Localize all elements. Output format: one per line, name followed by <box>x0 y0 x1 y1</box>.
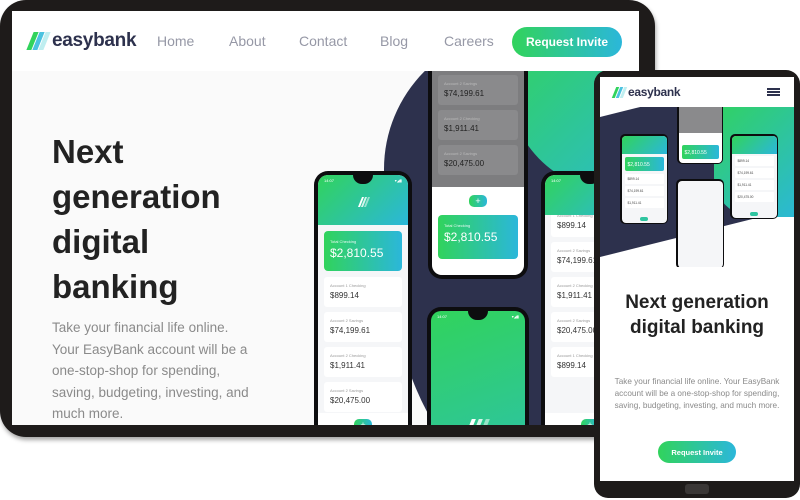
account-card: Account 2 Checking $1,911.41 <box>438 110 518 140</box>
device-mockup-showcase: easybank Home About Contact Blog Careers… <box>0 0 800 500</box>
phone-mockup-top: Account 2 Savings $74,199.61 Account 2 C… <box>428 71 528 279</box>
mobile-hero-illustration: $2,810.55 $2,810.55 $899.14 $74,199.61 $… <box>600 107 794 267</box>
nav-link-home[interactable]: Home <box>157 33 194 49</box>
account-amount: $74,199.61 <box>330 326 371 335</box>
desktop-nav: easybank Home About Contact Blog Careers… <box>12 11 639 71</box>
plus-icon <box>750 211 758 216</box>
sheet: + Total Checking $2,810.55 <box>432 187 524 275</box>
account-label: Account 2 Savings <box>330 318 364 323</box>
mobile-request-invite-button[interactable]: Request Invite <box>658 441 736 463</box>
nav-link-blog[interactable]: Blog <box>380 33 408 49</box>
logo-mark-icon <box>466 419 490 425</box>
logo-mark-icon <box>357 197 371 207</box>
account-label: Account 2 Savings <box>444 151 478 156</box>
mini-phone-splash <box>676 179 724 267</box>
account-amount: $20,475.00 <box>444 159 485 168</box>
account-amount: $899.14 <box>330 291 359 300</box>
hero-illustration: Account 2 Savings $74,199.61 Account 2 C… <box>292 71 639 425</box>
account-amount: $20,475.00 <box>330 396 371 405</box>
hero-description: Take your financial life online. Your Ea… <box>52 320 249 421</box>
logo-mark-icon <box>611 86 628 98</box>
nav-link-careers[interactable]: Careers <box>444 33 494 49</box>
account-card: Account 2 Savings $74,199.61 <box>438 75 518 105</box>
mobile-hero-title: Next generation digital banking <box>625 292 769 338</box>
phone-frame: easybank $2,810.55 $2,810.55 $899.14 $74… <box>594 70 800 498</box>
logo-text: easybank <box>52 30 137 51</box>
plus-icon <box>640 216 648 221</box>
account-amount: $1,911.41 <box>330 361 365 370</box>
home-button[interactable] <box>685 484 709 494</box>
logo-text: easybank <box>628 85 681 99</box>
account-card: Account 2 Checking $1,911.41 <box>324 347 402 377</box>
account-card: Account 2 Savings $74,199.61 <box>324 312 402 342</box>
brand-logo[interactable]: easybank <box>26 30 137 52</box>
mini-phone-right: $899.14 $74,199.61 $1,911.41 $20,475.00 <box>730 134 778 219</box>
account-label: Account 2 Checking <box>330 353 366 358</box>
mini-phone-top: $2,810.55 <box>677 107 723 164</box>
total-checking-card: Total Checking $2,810.55 <box>324 231 402 271</box>
logo-mark-icon <box>26 32 51 50</box>
phone-mockup-splash: 14:07 ▾◢▮ <box>427 307 529 425</box>
brand-logo[interactable]: easybank <box>611 85 681 99</box>
desktop-screen: easybank Home About Contact Blog Careers… <box>12 11 639 425</box>
account-amount: $74,199.61 <box>444 89 485 98</box>
request-invite-button[interactable]: Request Invite <box>512 27 622 57</box>
account-label: Account 2 Savings <box>330 388 364 393</box>
hamburger-icon[interactable] <box>767 88 780 96</box>
phone-mockup-left: 14:07 ▾◢▮ Total Checking $2,810.55 Accou… <box>314 171 412 425</box>
mobile-screen: easybank $2,810.55 $2,810.55 $899.14 $74… <box>600 77 794 481</box>
nav-link-about[interactable]: About <box>229 33 266 49</box>
plus-icon: + <box>469 195 487 207</box>
account-card: Account 2 Savings $20,475.00 <box>438 145 518 175</box>
total-checking-card: Total Checking $2,810.55 <box>438 215 518 259</box>
tablet-frame: easybank Home About Contact Blog Careers… <box>0 0 655 437</box>
mini-phone-left: $2,810.55 $899.14 $74,199.61 $1,911.41 <box>620 134 668 224</box>
account-label: Account 2 Checking <box>444 116 480 121</box>
mobile-nav: easybank <box>600 77 794 107</box>
account-label: Account 1 Checking <box>330 283 366 288</box>
plus-icon: + <box>354 419 372 425</box>
nav-link-contact[interactable]: Contact <box>299 33 347 49</box>
mobile-hero-description: Take your financial life online. Your Ea… <box>614 377 780 410</box>
account-label: Account 2 Savings <box>444 81 478 86</box>
account-card: Account 2 Savings $20,475.00 <box>324 382 402 412</box>
hero-title: Next generation digital banking <box>52 133 221 305</box>
account-card: Account 1 Checking $899.14 <box>324 277 402 307</box>
account-amount: $1,911.41 <box>444 124 479 133</box>
